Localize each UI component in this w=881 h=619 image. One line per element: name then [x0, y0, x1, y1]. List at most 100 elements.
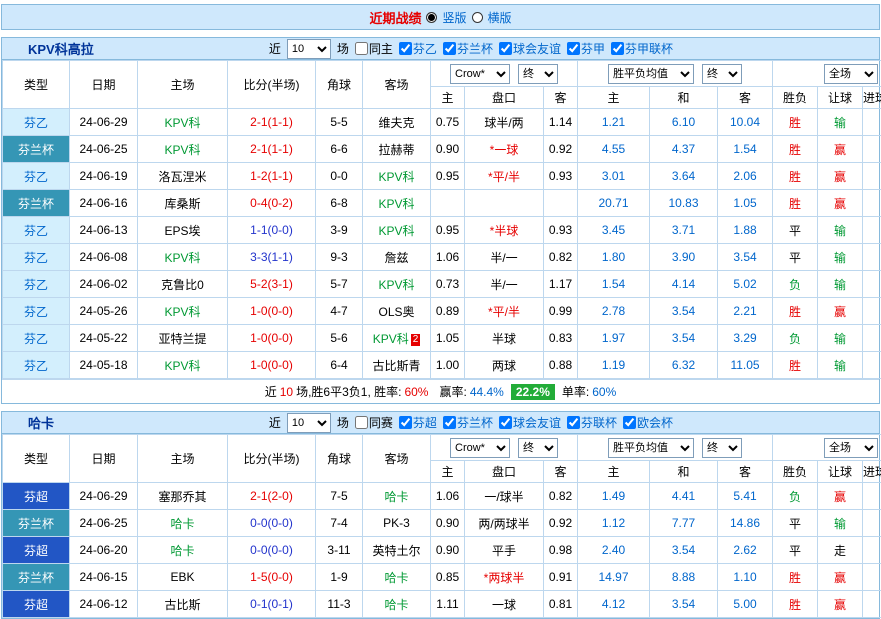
- home-team-cell[interactable]: 亚特兰提: [138, 325, 228, 352]
- league-checkbox[interactable]: [611, 42, 624, 55]
- final-odds-select[interactable]: 终: [518, 64, 558, 84]
- home-team-cell[interactable]: 塞那乔其: [138, 483, 228, 510]
- away-team-cell[interactable]: KPV科: [363, 271, 431, 298]
- final-avg-select[interactable]: 终: [702, 438, 742, 458]
- same-filter[interactable]: 同主: [355, 40, 393, 57]
- ah-away-odds-cell: 0.93: [544, 217, 578, 244]
- ah-home-odds-cell: 1.06: [431, 483, 465, 510]
- home-team-cell[interactable]: 克鲁比0: [138, 271, 228, 298]
- league-checkbox[interactable]: [623, 416, 636, 429]
- recent-count-select[interactable]: 10: [287, 413, 331, 433]
- league-checkbox[interactable]: [499, 42, 512, 55]
- match-row: 芬乙24-06-19洛瓦涅米1-2(1-1)0-0KPV科0.95*平/半0.9…: [3, 163, 881, 190]
- league-filter[interactable]: 芬联杯: [567, 414, 617, 431]
- away-team-cell[interactable]: OLS奥: [363, 298, 431, 325]
- home-team-cell[interactable]: EBK: [138, 564, 228, 591]
- handicap-cell: 一/球半: [465, 483, 544, 510]
- goals-cell: [863, 510, 881, 537]
- league-checkbox[interactable]: [443, 416, 456, 429]
- home-team-cell[interactable]: 哈卡: [138, 537, 228, 564]
- away-team-cell[interactable]: 哈卡: [363, 483, 431, 510]
- away-team-cell[interactable]: 古比斯青: [363, 352, 431, 379]
- vertical-radio-label[interactable]: 竖版: [442, 9, 466, 26]
- horizontal-radio[interactable]: [472, 12, 483, 23]
- eu-draw-odds-cell: 3.71: [650, 217, 718, 244]
- league-filter[interactable]: 球会友谊: [499, 414, 561, 431]
- eu-draw-odds-cell: 3.54: [650, 537, 718, 564]
- league-filter[interactable]: 欧会杯: [623, 414, 673, 431]
- same-filter-checkbox[interactable]: [355, 42, 368, 55]
- away-team-cell[interactable]: KPV科: [363, 163, 431, 190]
- final-avg-select[interactable]: 终: [702, 64, 742, 84]
- scope-select[interactable]: 全场: [824, 64, 878, 84]
- avg-odds-select[interactable]: 胜平负均值: [608, 64, 694, 84]
- result-cell: 胜: [773, 591, 818, 618]
- away-team-cell[interactable]: KPV科2: [363, 325, 431, 352]
- result-cell: 胜: [773, 163, 818, 190]
- league-filter[interactable]: 芬甲: [567, 40, 605, 57]
- league-filter[interactable]: 芬兰杯: [443, 414, 493, 431]
- rate-badge: 22.2%: [511, 384, 555, 400]
- home-team-cell[interactable]: EPS埃: [138, 217, 228, 244]
- league-checkbox[interactable]: [399, 42, 412, 55]
- away-team-cell[interactable]: 哈卡: [363, 564, 431, 591]
- corners-cell: 6-4: [316, 352, 363, 379]
- league-filter[interactable]: 球会友谊: [499, 40, 561, 57]
- home-team-cell[interactable]: 古比斯: [138, 591, 228, 618]
- match-row: 芬乙24-05-26KPV科1-0(0-0)4-7OLS奥0.89*平/半0.9…: [3, 298, 881, 325]
- date-cell: 24-06-16: [70, 190, 138, 217]
- final-odds-select[interactable]: 终: [518, 438, 558, 458]
- league-label: 芬甲联杯: [625, 40, 673, 57]
- away-team-cell[interactable]: PK-3: [363, 510, 431, 537]
- score-cell: 3-3(1-1): [228, 244, 316, 271]
- goals-cell: [863, 537, 881, 564]
- bookmaker-select[interactable]: Crow*: [450, 438, 510, 458]
- eu-away-odds-cell: 5.02: [718, 271, 773, 298]
- scope-select[interactable]: 全场: [824, 438, 878, 458]
- goals-cell: [863, 483, 881, 510]
- vertical-radio[interactable]: [426, 12, 437, 23]
- home-team-cell[interactable]: KPV科: [138, 136, 228, 163]
- away-team-cell[interactable]: 哈卡: [363, 591, 431, 618]
- league-filter[interactable]: 芬甲联杯: [611, 40, 673, 57]
- recent-count-select[interactable]: 10: [287, 39, 331, 59]
- league-type-cell: 芬兰杯: [3, 136, 70, 163]
- home-team-cell[interactable]: KPV科: [138, 244, 228, 271]
- home-team-cell[interactable]: 洛瓦涅米: [138, 163, 228, 190]
- same-filter-checkbox[interactable]: [355, 416, 368, 429]
- date-cell: 24-06-08: [70, 244, 138, 271]
- bookmaker-select[interactable]: Crow*: [450, 64, 510, 84]
- home-team-cell[interactable]: KPV科: [138, 298, 228, 325]
- away-team-cell[interactable]: 詹兹: [363, 244, 431, 271]
- same-filter-label: 同赛: [369, 414, 393, 431]
- col-header: 角球: [316, 61, 363, 109]
- avg-odds-select[interactable]: 胜平负均值: [608, 438, 694, 458]
- home-team-cell[interactable]: KPV科: [138, 352, 228, 379]
- goals-cell: [863, 564, 881, 591]
- horizontal-radio-label[interactable]: 横版: [488, 9, 512, 26]
- league-checkbox[interactable]: [399, 416, 412, 429]
- date-cell: 24-06-15: [70, 564, 138, 591]
- same-filter[interactable]: 同赛: [355, 414, 393, 431]
- league-filter[interactable]: 芬兰杯: [443, 40, 493, 57]
- home-team-cell[interactable]: KPV科: [138, 109, 228, 136]
- home-team-cell[interactable]: 库桑斯: [138, 190, 228, 217]
- league-checkbox[interactable]: [499, 416, 512, 429]
- away-team-cell[interactable]: 维夫克: [363, 109, 431, 136]
- league-checkbox[interactable]: [443, 42, 456, 55]
- home-team-cell[interactable]: 哈卡: [138, 510, 228, 537]
- away-team-cell[interactable]: KPV科: [363, 217, 431, 244]
- eu-draw-odds-cell: 10.83: [650, 190, 718, 217]
- goals-cell: [863, 325, 881, 352]
- ah-home-odds-cell: 0.90: [431, 136, 465, 163]
- score-cell: 0-0(0-0): [228, 537, 316, 564]
- eu-home-odds-cell: 4.12: [578, 591, 650, 618]
- matches-table: 类型 日期 主场 比分(半场) 角球 客场 Crow*终 胜平负均值终 全场: [2, 60, 881, 379]
- away-team-cell[interactable]: 英特土尔: [363, 537, 431, 564]
- league-filter[interactable]: 芬超: [399, 414, 437, 431]
- league-filter[interactable]: 芬乙: [399, 40, 437, 57]
- away-team-cell[interactable]: 拉赫蒂: [363, 136, 431, 163]
- league-checkbox[interactable]: [567, 416, 580, 429]
- league-checkbox[interactable]: [567, 42, 580, 55]
- away-team-cell[interactable]: KPV科: [363, 190, 431, 217]
